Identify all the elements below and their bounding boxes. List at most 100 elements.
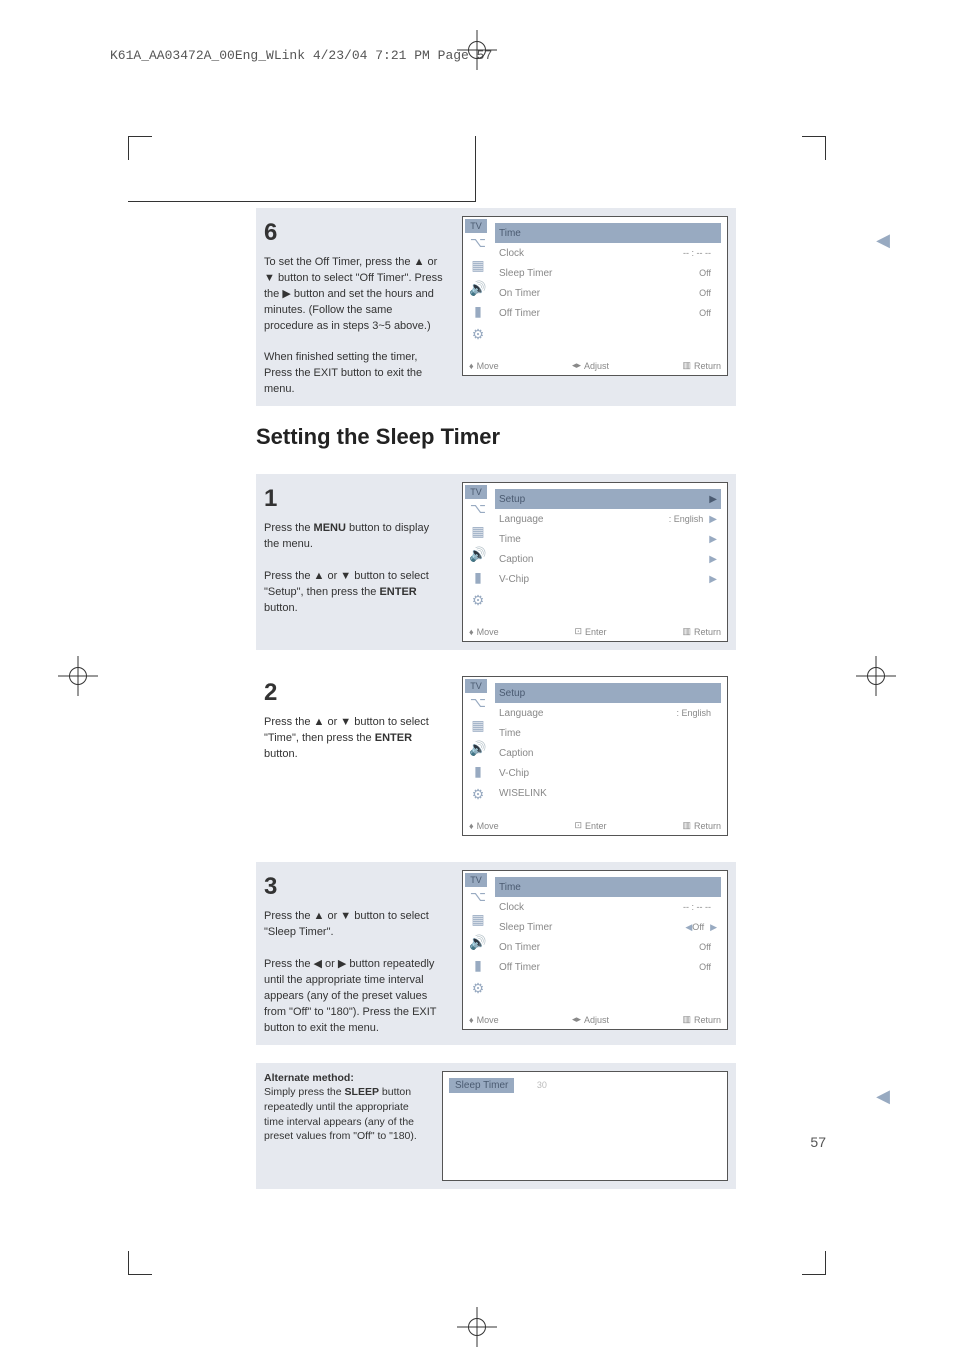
osd-row: On TimerOff <box>495 283 721 303</box>
osd-row: Clock-- : -- -- <box>495 897 721 917</box>
updown-icon: ♦ <box>469 1015 474 1025</box>
step-1-text: 1 Press the MENU button to display the m… <box>264 482 444 642</box>
picture-icon: ▦ <box>469 256 487 274</box>
osd-screenshot-step1: TV ⌥ ▦ 🔊 ▮ ⚙ Setup▶ Language: English▶ T… <box>462 482 728 642</box>
step-number: 3 <box>264 870 444 905</box>
input-icon: ⌥ <box>469 693 487 711</box>
osd-row: Sleep TimerOff <box>495 263 721 283</box>
alt-heading: Alternate method: <box>264 1072 354 1084</box>
channel-icon: ▮ <box>469 956 487 974</box>
crop-mark <box>802 136 826 160</box>
channel-icon: ▮ <box>469 302 487 320</box>
return-icon: ▥ <box>682 1014 691 1025</box>
osd-row: Clock-- : -- -- <box>495 243 721 263</box>
osd-footer: ♦ Move ⊡ Enter ▥ Return <box>469 820 721 831</box>
step-6-text: 6 To set the Off Timer, press the ▲ or ▼… <box>264 216 444 398</box>
osd-tv-badge: TV <box>465 219 487 233</box>
crop-mark <box>802 1251 826 1275</box>
osd-row-title: Setup <box>495 683 721 703</box>
prepress-header: K61A_AA03472A_00Eng_WLink 4/23/04 7:21 P… <box>110 48 492 63</box>
osd-side-icons: ⌥ ▦ 🔊 ▮ ⚙ <box>465 887 491 997</box>
input-icon: ⌥ <box>469 233 487 251</box>
step-3: 3 Press the ▲ or ▼ button to select "Sle… <box>256 862 736 1044</box>
side-triangle-icon: ◀ <box>876 1086 890 1107</box>
chevron-right-icon: ▶ <box>710 922 717 933</box>
step-number: 6 <box>264 216 444 251</box>
chevron-right-icon: ▶ <box>709 514 717 525</box>
osd-footer: ♦ Move ◂▸ Adjust ▥ Return <box>469 1014 721 1025</box>
chevron-right-icon: ▶ <box>709 534 717 545</box>
side-triangle-icon: ◀ <box>876 230 890 251</box>
osd-row: Sleep Timer◀Off▶ <box>495 917 721 937</box>
osd-tv-badge: TV <box>465 485 487 499</box>
setup-icon: ⚙ <box>469 591 487 609</box>
alternate-method-text: Alternate method: Simply press the SLEEP… <box>264 1071 424 1181</box>
osd-row: V-Chip <box>495 763 721 783</box>
osd-row: On TimerOff <box>495 937 721 957</box>
chevron-right-icon: ▶ <box>709 574 717 585</box>
step-6-para1: To set the Off Timer, press the ▲ or ▼ b… <box>264 255 444 335</box>
return-icon: ▥ <box>682 820 691 831</box>
chevron-left-icon: ◀ <box>685 922 692 933</box>
osd-row: Off TimerOff <box>495 957 721 977</box>
osd-screenshot-step2: TV ⌥ ▦ 🔊 ▮ ⚙ Setup Language: English Tim… <box>462 676 728 836</box>
picture-icon: ▦ <box>469 522 487 540</box>
alt-osd-value: 30 <box>537 1080 547 1090</box>
osd-row: Language: English▶ <box>495 509 721 529</box>
osd-row: Caption▶ <box>495 549 721 569</box>
picture-icon: ▦ <box>469 716 487 734</box>
osd-screenshot-alt: Sleep Timer 30 <box>442 1071 728 1181</box>
setup-icon: ⚙ <box>469 979 487 997</box>
picture-icon: ▦ <box>469 910 487 928</box>
step-2-para1: Press the ▲ or ▼ button to select "Time"… <box>264 715 444 763</box>
setup-icon: ⚙ <box>469 785 487 803</box>
osd-row: Language: English <box>495 703 721 723</box>
osd-footer: ♦ Move ◂▸ Adjust ▥ Return <box>469 360 721 371</box>
setup-icon: ⚙ <box>469 325 487 343</box>
return-icon: ▥ <box>682 360 691 371</box>
osd-screenshot-step6: TV ⌥ ▦ 🔊 ▮ ⚙ Time Clock-- : -- -- Sleep … <box>462 216 728 376</box>
sound-icon: 🔊 <box>469 279 487 297</box>
step-6: 6 To set the Off Timer, press the ▲ or ▼… <box>256 208 736 406</box>
osd-footer: ♦ Move ⊡ Enter ▥ Return <box>469 626 721 637</box>
osd-side-icons: ⌥ ▦ 🔊 ▮ ⚙ <box>465 693 491 803</box>
osd-row: Off TimerOff <box>495 303 721 323</box>
input-icon: ⌥ <box>469 887 487 905</box>
updown-icon: ♦ <box>469 627 474 637</box>
return-icon: ▥ <box>682 626 691 637</box>
registration-mark-right <box>862 662 890 690</box>
osd-tv-badge: TV <box>465 679 487 693</box>
chevron-right-icon: ▶ <box>709 494 717 505</box>
step-1-para2: Press the ▲ or ▼ button to select "Setup… <box>264 569 444 617</box>
step-number: 2 <box>264 676 444 711</box>
osd-row: Time <box>495 723 721 743</box>
osd-tv-badge: TV <box>465 873 487 887</box>
step-1: 1 Press the MENU button to display the m… <box>256 474 736 650</box>
lr-icon: ◂▸ <box>572 1014 581 1025</box>
osd-row-title: Setup▶ <box>495 489 721 509</box>
enter-icon: ⊡ <box>575 626 583 637</box>
osd-row: V-Chip▶ <box>495 569 721 589</box>
step-number: 1 <box>264 482 444 517</box>
alt-osd-label: Sleep Timer <box>449 1078 514 1093</box>
input-icon: ⌥ <box>469 499 487 517</box>
step-2-text: 2 Press the ▲ or ▼ button to select "Tim… <box>264 676 444 836</box>
sound-icon: 🔊 <box>469 545 487 563</box>
registration-mark-top <box>463 36 491 64</box>
updown-icon: ♦ <box>469 821 474 831</box>
alternate-method: Alternate method: Simply press the SLEEP… <box>256 1063 736 1189</box>
osd-row: WISELINK <box>495 783 721 803</box>
sound-icon: 🔊 <box>469 933 487 951</box>
step-6-para2: When finished setting the timer, Press t… <box>264 350 444 398</box>
step-3-para2: Press the ◀ or ▶ button repeatedly until… <box>264 957 444 1037</box>
osd-side-icons: ⌥ ▦ 🔊 ▮ ⚙ <box>465 233 491 343</box>
step-1-para1: Press the MENU button to display the men… <box>264 521 444 553</box>
lr-icon: ◂▸ <box>572 360 581 371</box>
sound-icon: 🔊 <box>469 739 487 757</box>
chevron-right-icon: ▶ <box>709 554 717 565</box>
osd-screenshot-step3: TV ⌥ ▦ 🔊 ▮ ⚙ Time Clock-- : -- -- Sleep … <box>462 870 728 1030</box>
osd-row-title: Time <box>495 877 721 897</box>
osd-row: Time▶ <box>495 529 721 549</box>
channel-icon: ▮ <box>469 568 487 586</box>
step-3-text: 3 Press the ▲ or ▼ button to select "Sle… <box>264 870 444 1036</box>
